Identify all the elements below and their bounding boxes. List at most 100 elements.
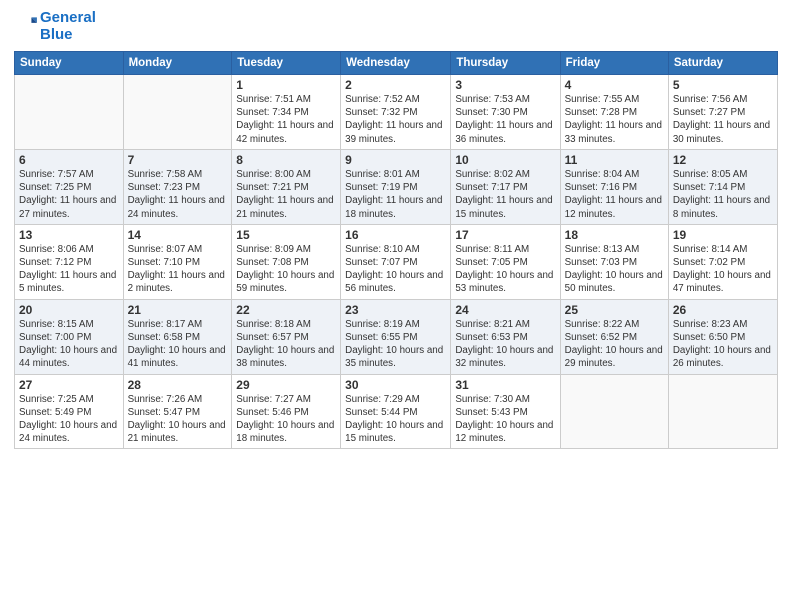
day-info: Sunrise: 8:19 AM Sunset: 6:55 PM Dayligh… <box>345 318 446 371</box>
day-info: Sunrise: 8:23 AM Sunset: 6:50 PM Dayligh… <box>673 318 773 371</box>
day-info: Sunrise: 8:00 AM Sunset: 7:21 PM Dayligh… <box>236 168 336 221</box>
calendar-cell: 30Sunrise: 7:29 AM Sunset: 5:44 PM Dayli… <box>341 374 451 449</box>
calendar-cell: 22Sunrise: 8:18 AM Sunset: 6:57 PM Dayli… <box>232 299 341 374</box>
weekday-header-row: SundayMondayTuesdayWednesdayThursdayFrid… <box>15 52 778 75</box>
day-number: 1 <box>236 78 336 92</box>
day-info: Sunrise: 7:27 AM Sunset: 5:46 PM Dayligh… <box>236 393 336 446</box>
calendar-cell <box>123 75 232 150</box>
calendar-cell: 27Sunrise: 7:25 AM Sunset: 5:49 PM Dayli… <box>15 374 124 449</box>
day-number: 20 <box>19 303 119 317</box>
day-number: 9 <box>345 153 446 167</box>
day-number: 19 <box>673 228 773 242</box>
calendar-cell: 17Sunrise: 8:11 AM Sunset: 7:05 PM Dayli… <box>451 224 560 299</box>
calendar-cell <box>560 374 668 449</box>
day-info: Sunrise: 8:02 AM Sunset: 7:17 PM Dayligh… <box>455 168 555 221</box>
day-number: 18 <box>565 228 664 242</box>
calendar-cell: 11Sunrise: 8:04 AM Sunset: 7:16 PM Dayli… <box>560 149 668 224</box>
day-number: 28 <box>128 378 228 392</box>
weekday-header: Saturday <box>668 52 777 75</box>
day-info: Sunrise: 7:58 AM Sunset: 7:23 PM Dayligh… <box>128 168 228 221</box>
calendar-cell: 9Sunrise: 8:01 AM Sunset: 7:19 PM Daylig… <box>341 149 451 224</box>
day-info: Sunrise: 8:11 AM Sunset: 7:05 PM Dayligh… <box>455 243 555 296</box>
day-info: Sunrise: 7:57 AM Sunset: 7:25 PM Dayligh… <box>19 168 119 221</box>
day-number: 10 <box>455 153 555 167</box>
day-info: Sunrise: 8:09 AM Sunset: 7:08 PM Dayligh… <box>236 243 336 296</box>
day-info: Sunrise: 7:53 AM Sunset: 7:30 PM Dayligh… <box>455 93 555 146</box>
calendar-cell: 26Sunrise: 8:23 AM Sunset: 6:50 PM Dayli… <box>668 299 777 374</box>
weekday-header: Sunday <box>15 52 124 75</box>
day-info: Sunrise: 8:17 AM Sunset: 6:58 PM Dayligh… <box>128 318 228 371</box>
calendar-cell: 31Sunrise: 7:30 AM Sunset: 5:43 PM Dayli… <box>451 374 560 449</box>
calendar-cell: 21Sunrise: 8:17 AM Sunset: 6:58 PM Dayli… <box>123 299 232 374</box>
weekday-header: Monday <box>123 52 232 75</box>
day-number: 24 <box>455 303 555 317</box>
day-number: 26 <box>673 303 773 317</box>
calendar-week-row: 6Sunrise: 7:57 AM Sunset: 7:25 PM Daylig… <box>15 149 778 224</box>
calendar-cell: 8Sunrise: 8:00 AM Sunset: 7:21 PM Daylig… <box>232 149 341 224</box>
calendar-cell: 12Sunrise: 8:05 AM Sunset: 7:14 PM Dayli… <box>668 149 777 224</box>
day-number: 11 <box>565 153 664 167</box>
day-info: Sunrise: 8:04 AM Sunset: 7:16 PM Dayligh… <box>565 168 664 221</box>
calendar-cell: 5Sunrise: 7:56 AM Sunset: 7:27 PM Daylig… <box>668 75 777 150</box>
day-number: 13 <box>19 228 119 242</box>
weekday-header: Wednesday <box>341 52 451 75</box>
calendar-cell: 18Sunrise: 8:13 AM Sunset: 7:03 PM Dayli… <box>560 224 668 299</box>
day-number: 4 <box>565 78 664 92</box>
calendar-cell: 29Sunrise: 7:27 AM Sunset: 5:46 PM Dayli… <box>232 374 341 449</box>
calendar-cell: 7Sunrise: 7:58 AM Sunset: 7:23 PM Daylig… <box>123 149 232 224</box>
calendar-cell <box>668 374 777 449</box>
calendar-cell: 1Sunrise: 7:51 AM Sunset: 7:34 PM Daylig… <box>232 75 341 150</box>
calendar-week-row: 20Sunrise: 8:15 AM Sunset: 7:00 PM Dayli… <box>15 299 778 374</box>
day-info: Sunrise: 8:14 AM Sunset: 7:02 PM Dayligh… <box>673 243 773 296</box>
logo: GeneralBlue <box>14 10 96 43</box>
calendar-cell <box>15 75 124 150</box>
day-info: Sunrise: 8:18 AM Sunset: 6:57 PM Dayligh… <box>236 318 336 371</box>
logo-text: GeneralBlue <box>40 10 96 43</box>
day-info: Sunrise: 7:26 AM Sunset: 5:47 PM Dayligh… <box>128 393 228 446</box>
day-info: Sunrise: 8:22 AM Sunset: 6:52 PM Dayligh… <box>565 318 664 371</box>
day-number: 31 <box>455 378 555 392</box>
calendar-cell: 6Sunrise: 7:57 AM Sunset: 7:25 PM Daylig… <box>15 149 124 224</box>
calendar-cell: 24Sunrise: 8:21 AM Sunset: 6:53 PM Dayli… <box>451 299 560 374</box>
calendar-cell: 25Sunrise: 8:22 AM Sunset: 6:52 PM Dayli… <box>560 299 668 374</box>
day-number: 3 <box>455 78 555 92</box>
day-number: 16 <box>345 228 446 242</box>
day-info: Sunrise: 7:55 AM Sunset: 7:28 PM Dayligh… <box>565 93 664 146</box>
calendar-week-row: 27Sunrise: 7:25 AM Sunset: 5:49 PM Dayli… <box>15 374 778 449</box>
day-info: Sunrise: 8:21 AM Sunset: 6:53 PM Dayligh… <box>455 318 555 371</box>
day-number: 7 <box>128 153 228 167</box>
header: GeneralBlue <box>14 10 778 43</box>
calendar-week-row: 13Sunrise: 8:06 AM Sunset: 7:12 PM Dayli… <box>15 224 778 299</box>
calendar-week-row: 1Sunrise: 7:51 AM Sunset: 7:34 PM Daylig… <box>15 75 778 150</box>
day-info: Sunrise: 8:05 AM Sunset: 7:14 PM Dayligh… <box>673 168 773 221</box>
day-number: 8 <box>236 153 336 167</box>
day-number: 6 <box>19 153 119 167</box>
day-info: Sunrise: 8:10 AM Sunset: 7:07 PM Dayligh… <box>345 243 446 296</box>
calendar-cell: 15Sunrise: 8:09 AM Sunset: 7:08 PM Dayli… <box>232 224 341 299</box>
calendar-cell: 28Sunrise: 7:26 AM Sunset: 5:47 PM Dayli… <box>123 374 232 449</box>
day-number: 15 <box>236 228 336 242</box>
day-info: Sunrise: 8:13 AM Sunset: 7:03 PM Dayligh… <box>565 243 664 296</box>
calendar-cell: 19Sunrise: 8:14 AM Sunset: 7:02 PM Dayli… <box>668 224 777 299</box>
logo-icon <box>16 13 38 35</box>
weekday-header: Thursday <box>451 52 560 75</box>
day-number: 21 <box>128 303 228 317</box>
day-number: 12 <box>673 153 773 167</box>
calendar-cell: 13Sunrise: 8:06 AM Sunset: 7:12 PM Dayli… <box>15 224 124 299</box>
calendar-cell: 14Sunrise: 8:07 AM Sunset: 7:10 PM Dayli… <box>123 224 232 299</box>
day-number: 2 <box>345 78 446 92</box>
day-number: 29 <box>236 378 336 392</box>
day-info: Sunrise: 8:06 AM Sunset: 7:12 PM Dayligh… <box>19 243 119 296</box>
day-number: 17 <box>455 228 555 242</box>
calendar-cell: 20Sunrise: 8:15 AM Sunset: 7:00 PM Dayli… <box>15 299 124 374</box>
calendar-cell: 3Sunrise: 7:53 AM Sunset: 7:30 PM Daylig… <box>451 75 560 150</box>
day-info: Sunrise: 8:07 AM Sunset: 7:10 PM Dayligh… <box>128 243 228 296</box>
day-number: 22 <box>236 303 336 317</box>
calendar-cell: 16Sunrise: 8:10 AM Sunset: 7:07 PM Dayli… <box>341 224 451 299</box>
calendar-cell: 2Sunrise: 7:52 AM Sunset: 7:32 PM Daylig… <box>341 75 451 150</box>
calendar-table: SundayMondayTuesdayWednesdayThursdayFrid… <box>14 51 778 449</box>
calendar-cell: 4Sunrise: 7:55 AM Sunset: 7:28 PM Daylig… <box>560 75 668 150</box>
day-number: 27 <box>19 378 119 392</box>
day-number: 23 <box>345 303 446 317</box>
day-number: 14 <box>128 228 228 242</box>
